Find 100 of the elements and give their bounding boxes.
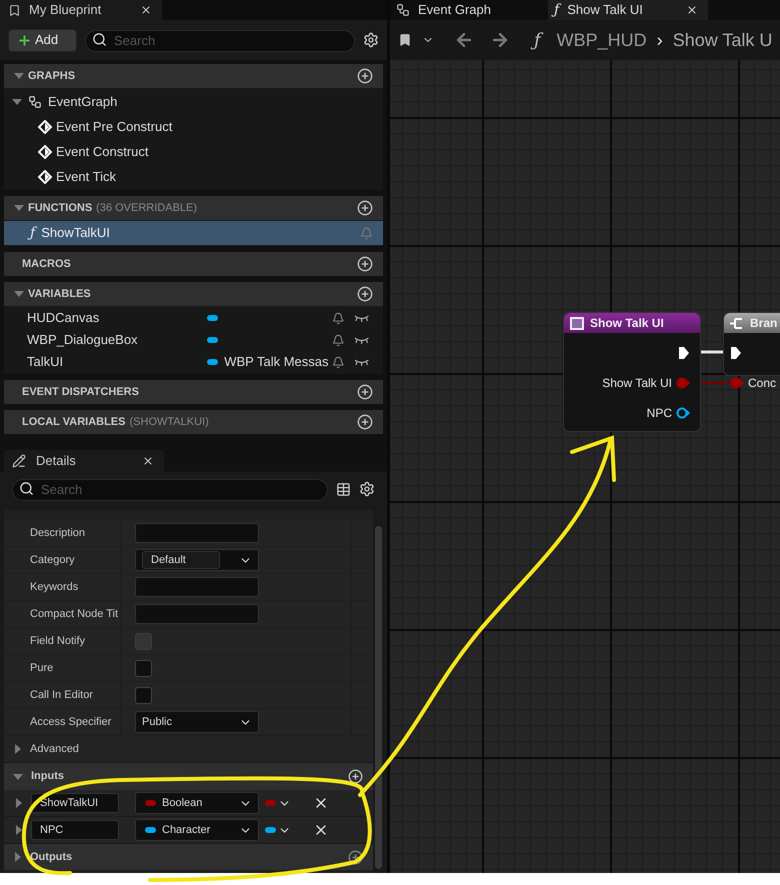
document-tab[interactable]: Event Graph (390, 0, 548, 20)
close-icon[interactable] (140, 4, 152, 16)
text-field[interactable] (135, 523, 259, 543)
property-label: Call In Editor (30, 688, 93, 703)
bell-icon[interactable] (332, 334, 344, 346)
add-icon[interactable] (348, 850, 363, 864)
add-icon[interactable] (357, 256, 373, 272)
section-note: (36 OVERRIDABLE) (96, 200, 198, 216)
breadcrumb-separator: › (656, 28, 663, 52)
eye-closed-icon[interactable] (354, 336, 370, 344)
close-icon[interactable] (142, 455, 154, 467)
exec-pin-icon[interactable] (678, 346, 690, 360)
pin-label: NPC (646, 405, 672, 422)
event-diamond-icon (38, 144, 52, 158)
add-button[interactable]: Add (8, 28, 77, 52)
dropdown[interactable]: Public (135, 711, 259, 733)
function-name: ShowTalkUI (41, 224, 110, 242)
breadcrumb[interactable]: WBP_HUD (556, 26, 647, 54)
function-item[interactable]: ƒ ShowTalkUI (4, 221, 383, 245)
pin-label: Show Talk UI (602, 375, 672, 392)
add-icon[interactable] (357, 286, 373, 302)
expand-arrow-icon[interactable] (15, 825, 23, 835)
section-header[interactable]: LOCAL VARIABLES (SHOWTALKUI) (4, 410, 383, 434)
section-title: GRAPHS (28, 68, 76, 84)
category-title[interactable]: Advanced (30, 740, 79, 758)
section-note: (SHOWTALKUI) (130, 414, 209, 430)
table-icon[interactable] (336, 482, 352, 496)
tree-item[interactable]: Event Tick (56, 166, 116, 186)
search-field[interactable]: Search (85, 30, 355, 52)
category-title[interactable]: Outputs (30, 848, 72, 866)
node-title: Show Talk UI (590, 315, 664, 332)
add-icon[interactable] (357, 200, 373, 216)
tree-item[interactable]: Event Pre Construct (56, 116, 172, 136)
section-header[interactable]: EVENT DISPATCHERS (4, 380, 383, 404)
variable-type: WBP Talk Messas (224, 354, 329, 370)
eye-closed-icon[interactable] (354, 314, 370, 322)
function-node[interactable]: Show Talk UI Show Talk UI NPC (563, 312, 701, 432)
section-header[interactable]: VARIABLES (4, 282, 383, 306)
node-title: Bran (750, 315, 778, 332)
scrollbar[interactable] (374, 526, 382, 869)
type-pill-icon (207, 359, 218, 365)
section-header[interactable]: GRAPHS (4, 64, 383, 88)
checkbox[interactable] (135, 660, 152, 676)
section-title: EVENT DISPATCHERS (21, 384, 139, 400)
event-diamond-icon (38, 170, 52, 184)
property-label: Pure (30, 660, 54, 676)
add-icon[interactable] (348, 769, 363, 784)
type-dropdown[interactable]: Boolean (135, 792, 259, 814)
document-tab[interactable]: ƒ Show Talk UI (548, 0, 708, 20)
event-diamond-icon (38, 120, 52, 134)
pencil-icon (12, 454, 26, 468)
function-icon: ƒ (554, 0, 560, 20)
property-label: Description (30, 526, 86, 541)
name-field[interactable]: NPC (31, 820, 119, 840)
pin-label: Conc (748, 375, 776, 392)
add-icon[interactable] (357, 384, 373, 400)
exec-pin-icon[interactable] (730, 346, 742, 360)
section-title: VARIABLES (28, 286, 91, 302)
close-icon[interactable] (686, 4, 698, 16)
type-dropdown[interactable]: Character (135, 819, 259, 841)
data-pin-icon[interactable] (676, 407, 690, 419)
bell-icon[interactable] (332, 356, 344, 368)
tree-item[interactable]: Event Construct (56, 142, 148, 162)
graph-canvas[interactable]: Show Talk UI Show Talk UI NPC Bran Conc (390, 60, 780, 873)
breadcrumb[interactable]: Show Talk U (672, 26, 772, 54)
section-title: LOCAL VARIABLES (21, 414, 126, 430)
category-title[interactable]: Inputs (31, 768, 64, 785)
widget-icon (570, 316, 584, 330)
property-label: Access Specifier (30, 714, 112, 730)
bell-icon[interactable] (332, 312, 344, 324)
variable-name[interactable]: TalkUI (27, 352, 208, 372)
add-icon[interactable] (357, 68, 373, 84)
graph-icon (28, 94, 42, 108)
section-title: MACROS (21, 256, 71, 272)
graph-icon (396, 3, 410, 17)
section-header[interactable]: MACROS (4, 252, 383, 276)
variable-name[interactable]: HUDCanvas (27, 308, 208, 328)
tree-item[interactable]: EventGraph (48, 92, 118, 112)
bookmark-icon[interactable] (398, 33, 412, 47)
section-title: FUNCTIONS (28, 200, 92, 216)
section-header[interactable]: FUNCTIONS (36 OVERRIDABLE) (4, 196, 383, 220)
panel-tab[interactable]: Details (4, 450, 164, 472)
name-field[interactable]: ShowTalkUI (31, 793, 119, 813)
text-field[interactable] (135, 577, 259, 597)
add-icon[interactable] (357, 414, 373, 430)
checkbox[interactable] (135, 686, 152, 704)
property-label: Field Notify (30, 634, 86, 649)
settings-icon[interactable] (359, 481, 375, 497)
branch-icon (730, 316, 744, 330)
search-icon (19, 481, 34, 496)
text-field[interactable] (135, 604, 259, 624)
variable-name[interactable]: WBP_DialogueBox (27, 330, 208, 350)
settings-icon[interactable] (363, 32, 379, 48)
type-pill-icon (207, 315, 218, 321)
property-label: Category (30, 552, 75, 568)
eye-closed-icon[interactable] (354, 358, 370, 366)
dropdown[interactable]: Default (135, 549, 259, 571)
panel-tab[interactable]: My Blueprint (0, 0, 162, 20)
type-pill-icon (207, 337, 218, 343)
search-field[interactable]: Search (12, 478, 328, 500)
